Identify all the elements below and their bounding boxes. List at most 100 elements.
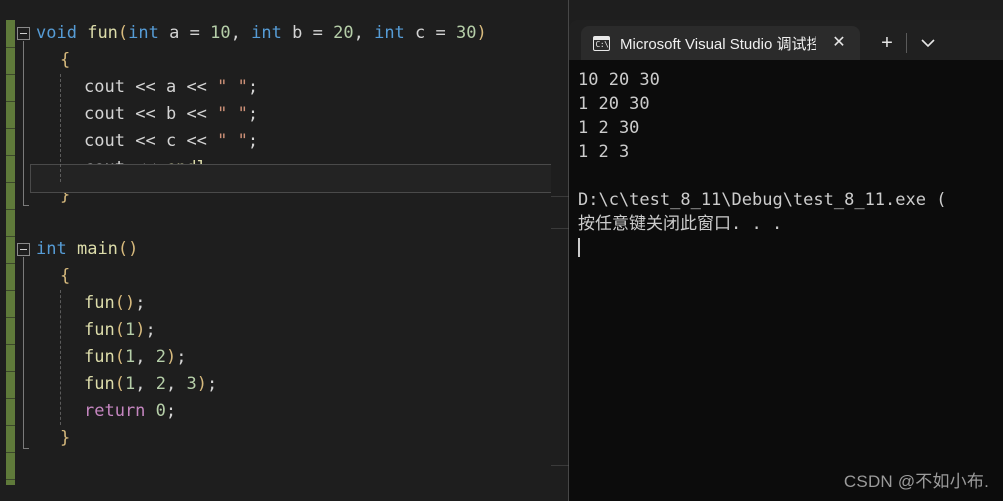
code-token: ): [197, 374, 207, 394]
code-token: [425, 23, 435, 43]
code-token: " ": [217, 104, 248, 124]
code-editor-pane[interactable]: void fun(int a = 10, int b = 20, int c =…: [0, 0, 569, 501]
console-line: D:\c\test_8_11\Debug\test_8_11.exe (: [578, 188, 1003, 212]
code-token: [156, 77, 166, 97]
code-token: <<: [135, 131, 155, 151]
code-token: [145, 347, 155, 367]
code-token: ): [477, 23, 487, 43]
code-token: ,: [135, 374, 145, 394]
screen-root: void fun(int a = 10, int b = 20, int c =…: [0, 0, 1003, 501]
code-token: fun: [84, 374, 115, 394]
code-token: [302, 23, 312, 43]
code-line[interactable]: cout << c << " ";: [0, 128, 569, 155]
code-token: ;: [145, 320, 155, 340]
console-line: 1 2 30: [578, 116, 1003, 140]
code-line[interactable]: cout << endl;: [0, 155, 569, 182]
code-token: ): [166, 347, 176, 367]
code-token: [207, 77, 217, 97]
code-token: [125, 131, 135, 151]
code-line[interactable]: fun(1, 2, 3);: [0, 371, 569, 398]
code-line[interactable]: }: [0, 182, 569, 209]
console-tab[interactable]: C:\ Microsoft Visual Studio 调试控制台 ✕: [581, 26, 860, 60]
code-token: 30: [456, 23, 476, 43]
code-token: [125, 158, 135, 178]
code-token: ;: [135, 293, 145, 313]
console-titlebar[interactable]: C:\ Microsoft Visual Studio 调试控制台 ✕ +: [569, 20, 1003, 60]
code-line[interactable]: int main(): [0, 236, 569, 263]
code-token: [176, 104, 186, 124]
console-tab-title: Microsoft Visual Studio 调试控制台: [620, 33, 816, 54]
scrollbar-mark: [551, 465, 569, 466]
code-token: [179, 23, 189, 43]
code-line[interactable]: void fun(int a = 10, int b = 20, int c =…: [0, 20, 569, 47]
code-token: ;: [207, 374, 217, 394]
code-line[interactable]: fun(1);: [0, 317, 569, 344]
code-line[interactable]: return 0;: [0, 398, 569, 425]
code-token: 1: [125, 374, 135, 394]
code-line[interactable]: cout << b << " ";: [0, 101, 569, 128]
code-token: fun: [84, 347, 115, 367]
code-token: ): [125, 293, 135, 313]
code-token: ;: [248, 131, 258, 151]
code-token: =: [313, 23, 323, 43]
code-token: fun: [84, 293, 115, 313]
code-line[interactable]: }: [0, 425, 569, 452]
code-token: <<: [135, 158, 155, 178]
code-token: int: [251, 23, 282, 43]
code-line[interactable]: {: [0, 263, 569, 290]
code-line[interactable]: [0, 209, 569, 236]
code-token: [156, 158, 166, 178]
code-token: [67, 239, 77, 259]
code-token: [77, 23, 87, 43]
code-token: <<: [135, 77, 155, 97]
code-token: [176, 374, 186, 394]
code-token: int: [374, 23, 405, 43]
code-token: [156, 104, 166, 124]
code-token: ): [135, 320, 145, 340]
code-token: int: [36, 239, 67, 259]
code-token: (: [118, 239, 128, 259]
watermark-text: CSDN @不如小布.: [844, 467, 989, 492]
code-token: ;: [248, 104, 258, 124]
new-tab-button[interactable]: +: [870, 26, 904, 60]
indent-guide: [60, 290, 61, 425]
code-token: 3: [186, 374, 196, 394]
console-window[interactable]: C:\ Microsoft Visual Studio 调试控制台 ✕ + 10…: [569, 20, 1003, 501]
code-token: c: [415, 23, 425, 43]
code-token: <<: [135, 104, 155, 124]
code-line[interactable]: {: [0, 47, 569, 74]
close-icon[interactable]: ✕: [826, 30, 852, 56]
code-token: [156, 131, 166, 151]
code-token: int: [128, 23, 159, 43]
code-token: [176, 77, 186, 97]
code-token: ;: [176, 347, 186, 367]
code-token: b: [292, 23, 302, 43]
console-line: 1 2 3: [578, 140, 1003, 164]
editor-annotation-scrollbar[interactable]: [551, 0, 569, 501]
code-token: a: [166, 77, 176, 97]
code-token: [125, 77, 135, 97]
code-line[interactable]: fun();: [0, 290, 569, 317]
code-token: [159, 23, 169, 43]
code-token: a: [169, 23, 179, 43]
code-line[interactable]: fun(1, 2);: [0, 344, 569, 371]
code-token: cout: [84, 131, 125, 151]
scrollbar-mark: [551, 196, 569, 197]
console-caret-line: [578, 236, 1003, 260]
code-token: [145, 374, 155, 394]
code-token: return: [84, 401, 145, 421]
code-token: " ": [217, 77, 248, 97]
code-token: 2: [156, 374, 166, 394]
console-icon-text: C:\: [596, 41, 609, 49]
code-token: <<: [186, 131, 206, 151]
code-token: }: [60, 428, 70, 448]
code-text-layer[interactable]: void fun(int a = 10, int b = 20, int c =…: [0, 20, 569, 452]
chevron-down-icon[interactable]: [911, 26, 945, 60]
code-line[interactable]: cout << a << " ";: [0, 74, 569, 101]
change-bar-segment: [6, 452, 15, 453]
code-token: " ": [217, 131, 248, 151]
code-token: ,: [231, 23, 241, 43]
code-token: (: [115, 293, 125, 313]
console-output[interactable]: 10 20 301 20 301 2 301 2 3D:\c\test_8_11…: [569, 60, 1003, 501]
code-token: b: [166, 104, 176, 124]
